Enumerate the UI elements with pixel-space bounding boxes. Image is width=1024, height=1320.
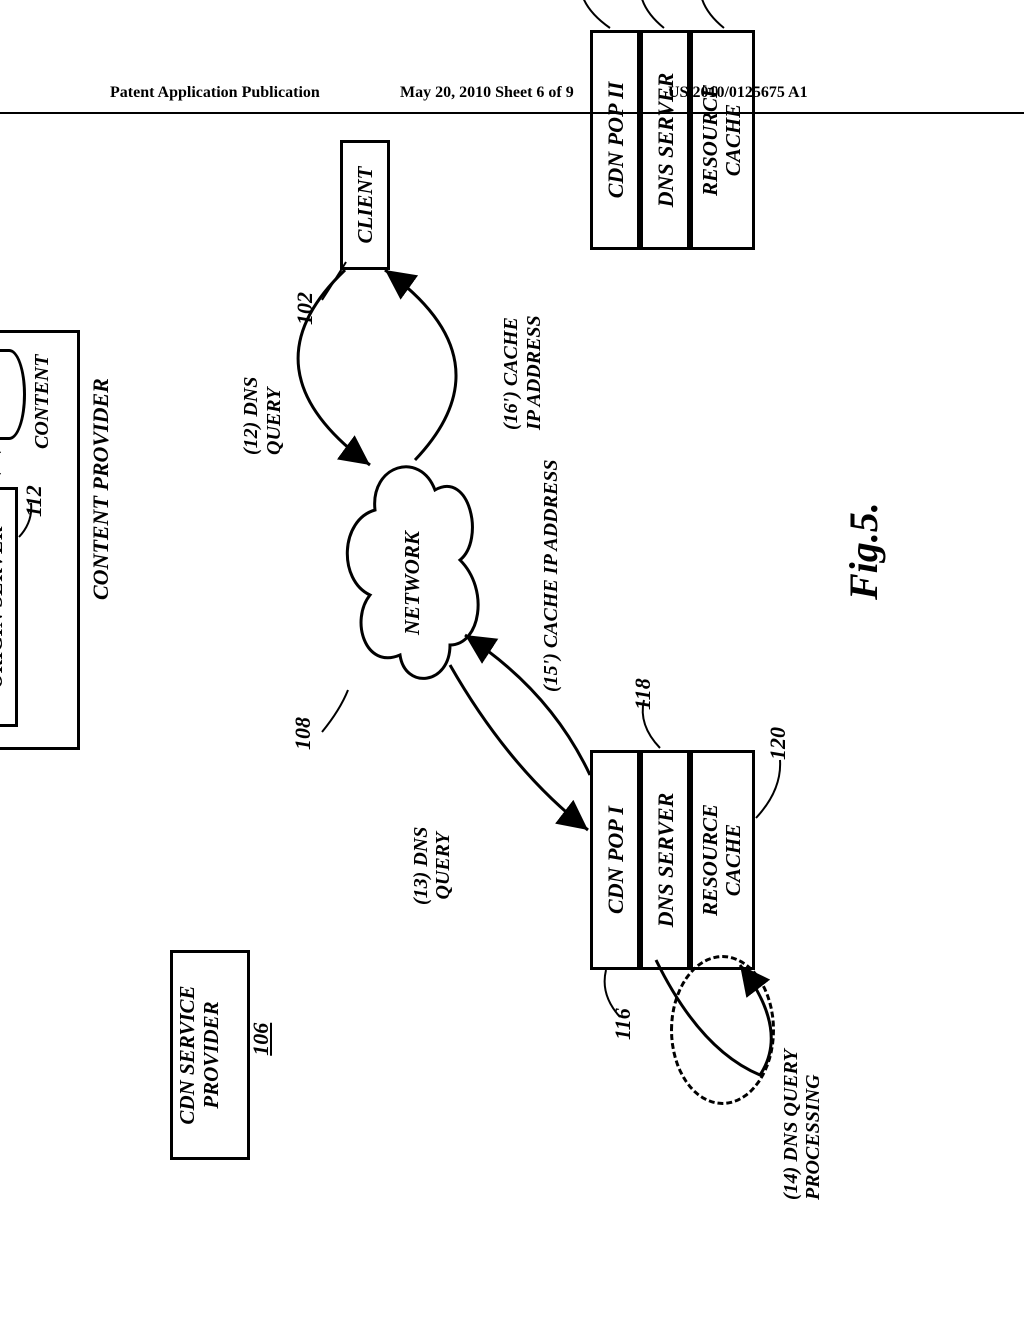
flow-12-label: (12) DNS QUERY	[240, 310, 286, 455]
flow-arrows	[0, 0, 970, 1170]
figure-5-diagram: 104 WEB SERVER 110 ORIGIN SERVER 112 114	[0, 310, 1024, 1070]
flow-16-label: (16') CACHE IP ADDRESS	[500, 310, 546, 430]
flow-14-label: (14) DNS QUERY PROCESSING	[780, 1049, 824, 1200]
flow-15-label: (15') CACHE IP ADDRESS	[540, 460, 563, 692]
dns-query-processing-ellipse	[670, 955, 775, 1105]
figure-label: Fig.5.	[840, 502, 887, 600]
flow-13-label: (13) DNS QUERY	[410, 827, 454, 905]
